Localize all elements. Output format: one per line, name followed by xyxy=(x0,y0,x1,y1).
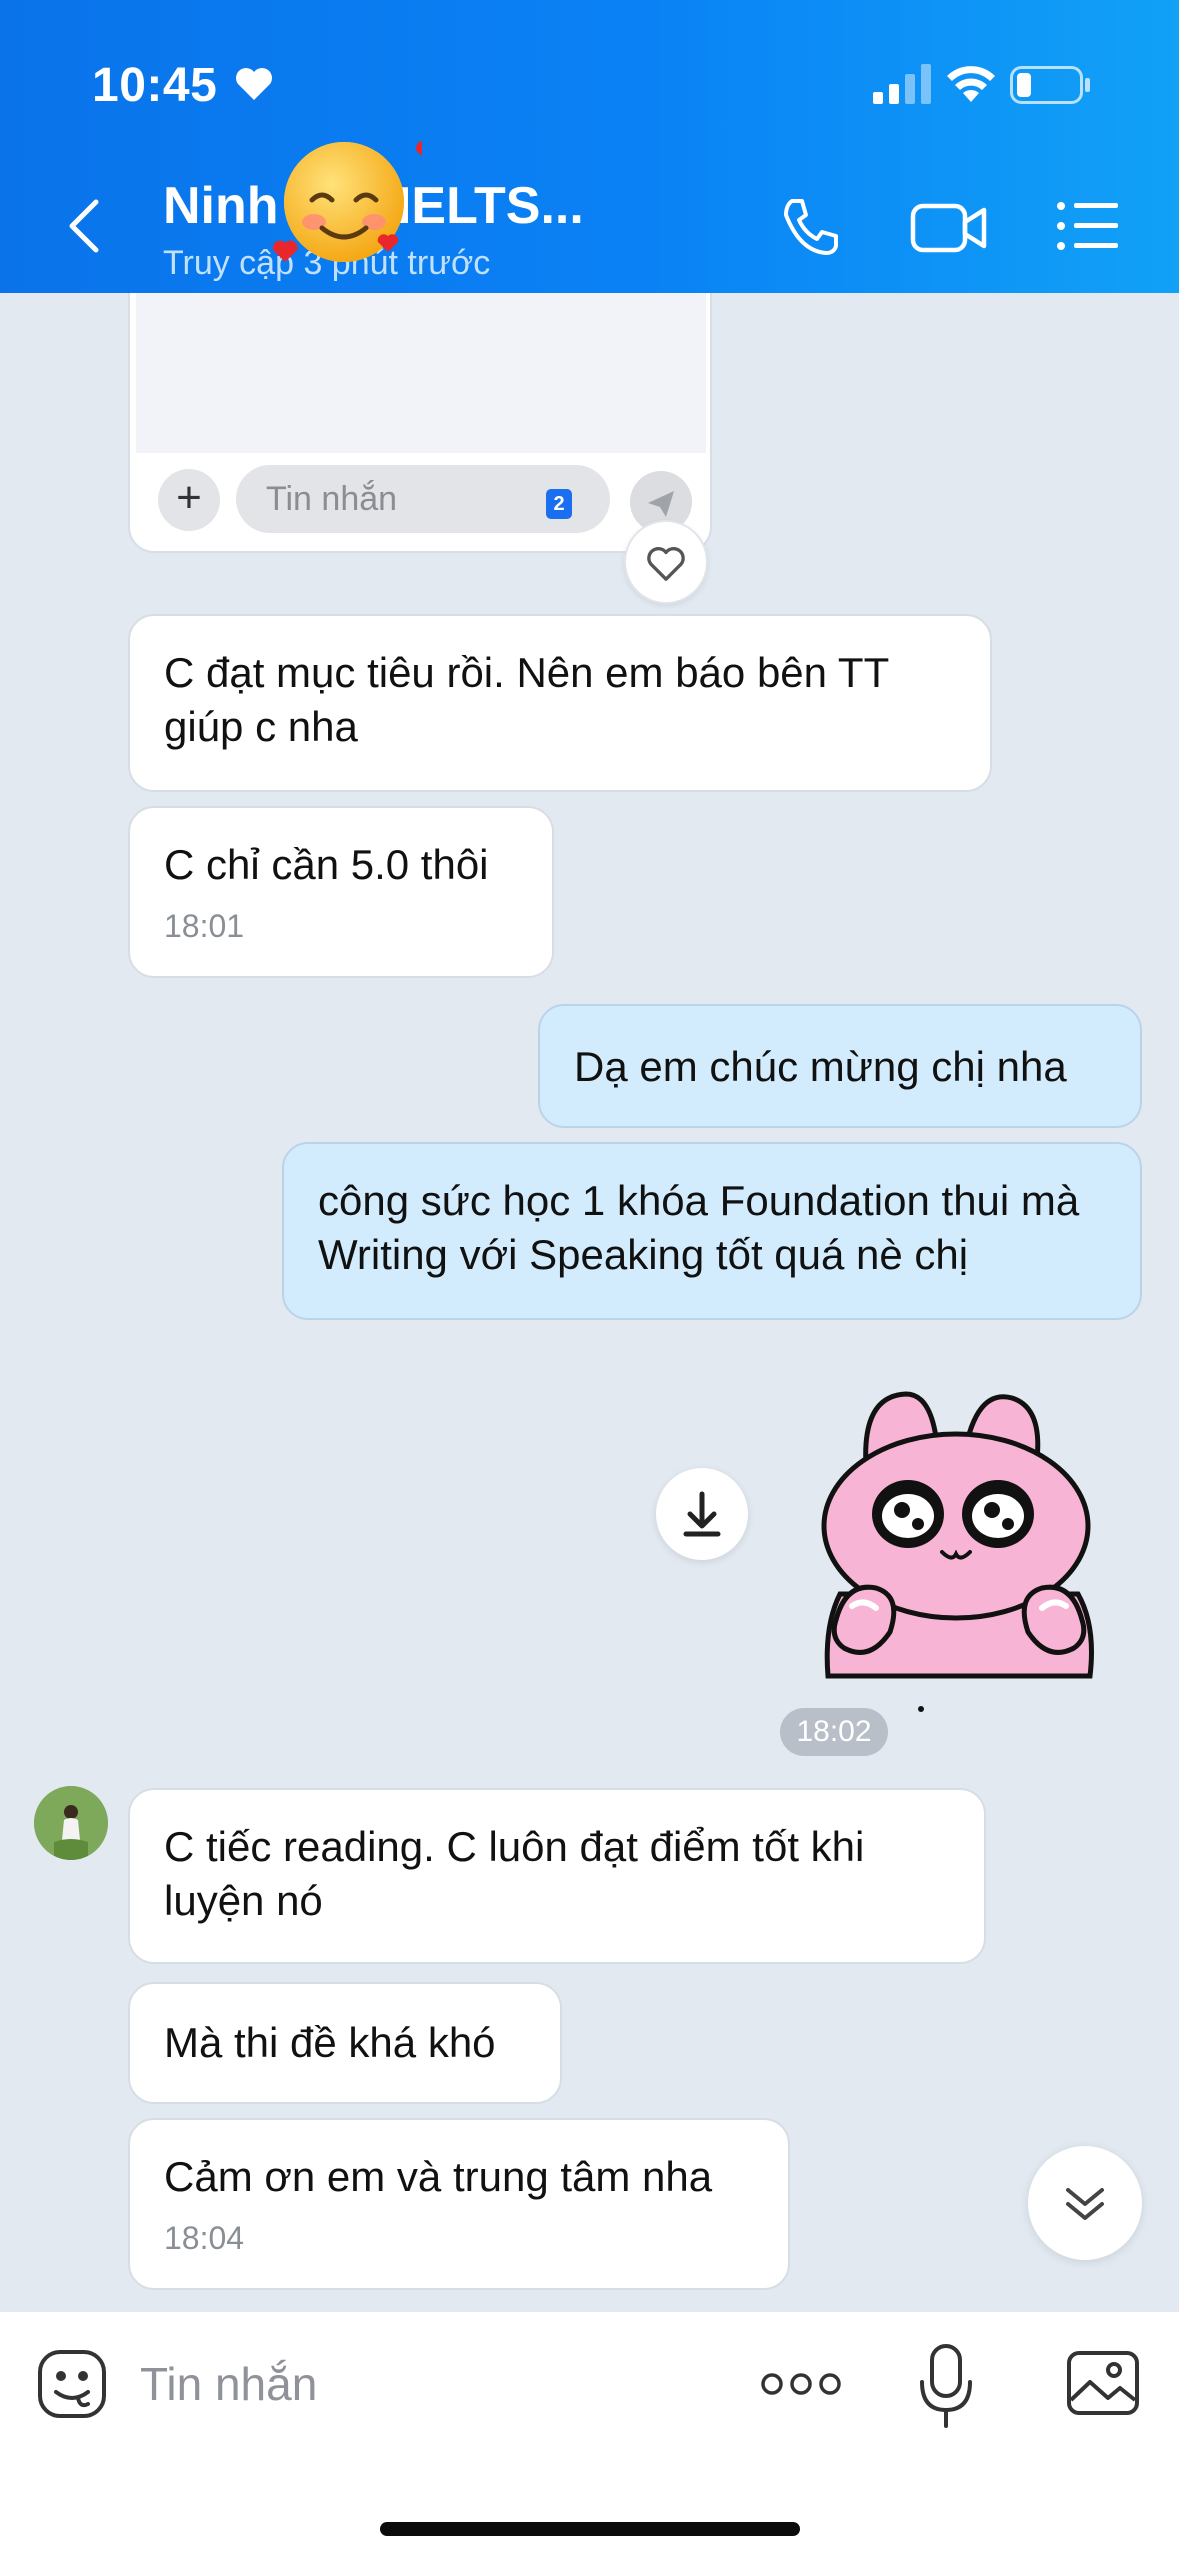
status-time: 10:45 xyxy=(92,59,218,112)
scroll-down-icon[interactable] xyxy=(1028,2146,1142,2260)
message-text: Dạ em chúc mừng chị nha xyxy=(574,1043,1067,1090)
message-input-bar: Tin nhắn xyxy=(0,2312,1179,2556)
pink-bunny-sticker[interactable] xyxy=(806,1376,1112,1686)
microphone-icon[interactable] xyxy=(918,2342,974,2430)
message-bubble[interactable]: công sức học 1 khóa Foundation thui mà W… xyxy=(282,1142,1142,1320)
shared-screenshot-preview[interactable]: + Tin nhắn 2 xyxy=(128,293,712,553)
back-icon[interactable] xyxy=(62,196,106,256)
smiling-face-with-hearts-icon xyxy=(272,140,422,262)
avatar[interactable] xyxy=(34,1786,108,1860)
wifi-icon xyxy=(947,66,995,102)
message-bubble[interactable]: Cảm ơn em và trung tâm nha 18:04 xyxy=(128,2118,790,2290)
download-icon[interactable] xyxy=(656,1468,748,1560)
heart-reaction-icon[interactable] xyxy=(624,520,708,604)
battery-icon xyxy=(1010,66,1090,104)
heart-status-icon xyxy=(236,68,272,100)
message-bubble[interactable]: Dạ em chúc mừng chị nha xyxy=(538,1004,1142,1128)
message-bubble[interactable]: C tiếc reading. C luôn đạt điểm tốt khi … xyxy=(128,1788,986,1964)
preview-plus-icon: + xyxy=(158,469,220,531)
image-gallery-icon[interactable] xyxy=(1066,2350,1140,2416)
preview-badge: 2 xyxy=(546,489,572,519)
message-bubble[interactable]: C chỉ cần 5.0 thôi 18:01 xyxy=(128,806,554,978)
message-input[interactable]: Tin nhắn xyxy=(140,2348,700,2420)
video-call-icon[interactable] xyxy=(910,198,988,256)
phone-icon[interactable] xyxy=(778,195,842,259)
message-text: công sức học 1 khóa Foundation thui mà W… xyxy=(318,1177,1080,1278)
message-bubble[interactable]: C đạt mục tiêu rồi. Nên em báo bên TT gi… xyxy=(128,614,992,792)
message-bubble[interactable]: Mà thi đề khá khó xyxy=(128,1982,562,2104)
message-text: C tiếc reading. C luôn đạt điểm tốt khi … xyxy=(164,1823,865,1924)
message-text: C chỉ cần 5.0 thôi xyxy=(164,841,489,888)
avatar-image xyxy=(34,1786,108,1860)
seen-dot xyxy=(918,1706,924,1712)
message-time: 18:04 xyxy=(164,2220,245,2256)
preview-content xyxy=(136,293,706,453)
menu-list-icon[interactable] xyxy=(1056,200,1120,252)
more-options-icon[interactable] xyxy=(760,2366,842,2402)
emoji-sticker-icon[interactable] xyxy=(36,2348,108,2420)
message-text: Mà thi đề khá khó xyxy=(164,2019,496,2066)
chat-header: 10:45 Ninh - McIELTS... Truy cập 3 phút … xyxy=(0,0,1179,293)
chat-title[interactable]: Ninh - McIELTS... xyxy=(163,176,723,236)
cellular-signal-icon xyxy=(873,64,931,104)
message-time: 18:01 xyxy=(164,908,245,944)
message-text: Cảm ơn em và trung tâm nha xyxy=(164,2153,713,2200)
home-indicator xyxy=(380,2522,800,2536)
message-time: 18:02 xyxy=(780,1708,888,1756)
message-text: C đạt mục tiêu rồi. Nên em báo bên TT gi… xyxy=(164,649,889,750)
